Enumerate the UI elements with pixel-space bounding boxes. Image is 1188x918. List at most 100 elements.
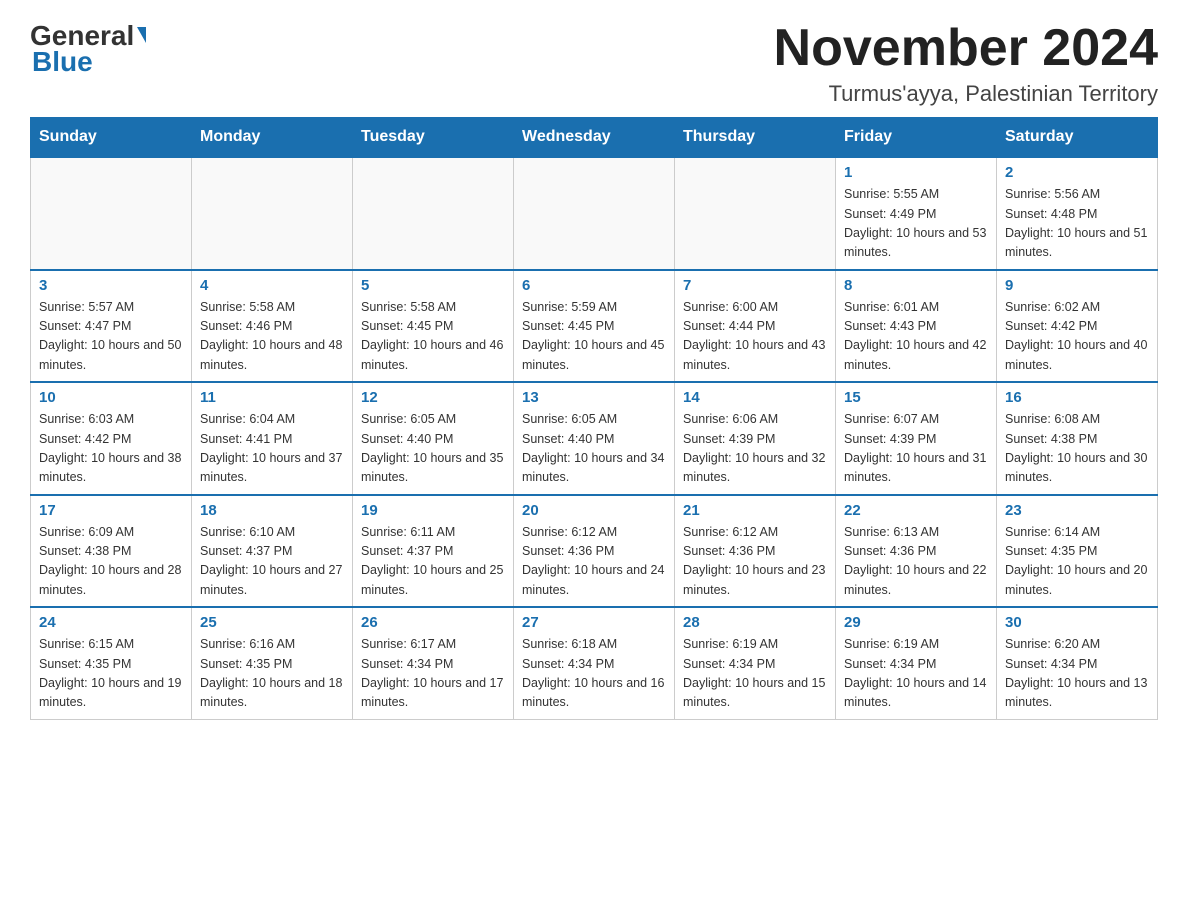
calendar-cell: 28 Sunrise: 6:19 AMSunset: 4:34 PMDayligh…	[675, 607, 836, 719]
day-number: 12	[361, 389, 505, 406]
calendar-cell: 10 Sunrise: 6:03 AMSunset: 4:42 PMDayligh…	[31, 382, 192, 495]
day-number: 2	[1005, 164, 1149, 181]
day-number: 10	[39, 389, 183, 406]
day-number: 30	[1005, 614, 1149, 631]
day-info: Sunrise: 6:07 AMSunset: 4:39 PMDaylight:…	[844, 410, 988, 488]
day-number: 4	[200, 277, 344, 294]
day-number: 3	[39, 277, 183, 294]
calendar-cell: 12 Sunrise: 6:05 AMSunset: 4:40 PMDayligh…	[353, 382, 514, 495]
weekday-header-thursday: Thursday	[675, 118, 836, 158]
day-number: 20	[522, 502, 666, 519]
day-info: Sunrise: 6:00 AMSunset: 4:44 PMDaylight:…	[683, 298, 827, 376]
day-info: Sunrise: 5:55 AMSunset: 4:49 PMDaylight:…	[844, 185, 988, 263]
day-number: 8	[844, 277, 988, 294]
day-info: Sunrise: 6:18 AMSunset: 4:34 PMDaylight:…	[522, 635, 666, 713]
calendar-cell: 9Sunrise: 6:02 AMSunset: 4:42 PMDaylight…	[997, 270, 1158, 383]
day-info: Sunrise: 5:59 AMSunset: 4:45 PMDaylight:…	[522, 298, 666, 376]
location-subtitle: Turmus'ayya, Palestinian Territory	[774, 81, 1158, 107]
day-info: Sunrise: 6:15 AMSunset: 4:35 PMDaylight:…	[39, 635, 183, 713]
page-header: General Blue November 2024 Turmus'ayya, …	[30, 20, 1158, 107]
calendar-cell: 22 Sunrise: 6:13 AMSunset: 4:36 PMDayligh…	[836, 495, 997, 608]
calendar-cell: 2 Sunrise: 5:56 AMSunset: 4:48 PMDaylight…	[997, 157, 1158, 270]
day-info: Sunrise: 6:12 AMSunset: 4:36 PMDaylight:…	[683, 523, 827, 601]
calendar-cell	[353, 157, 514, 270]
day-number: 22	[844, 502, 988, 519]
weekday-header-friday: Friday	[836, 118, 997, 158]
day-number: 1	[844, 164, 988, 181]
calendar-cell: 24Sunrise: 6:15 AMSunset: 4:35 PMDayligh…	[31, 607, 192, 719]
day-info: Sunrise: 6:05 AMSunset: 4:40 PMDaylight:…	[361, 410, 505, 488]
day-number: 5	[361, 277, 505, 294]
calendar-cell: 8 Sunrise: 6:01 AMSunset: 4:43 PMDaylight…	[836, 270, 997, 383]
calendar-cell: 17 Sunrise: 6:09 AMSunset: 4:38 PMDayligh…	[31, 495, 192, 608]
day-number: 16	[1005, 389, 1149, 406]
weekday-header-tuesday: Tuesday	[353, 118, 514, 158]
day-info: Sunrise: 6:03 AMSunset: 4:42 PMDaylight:…	[39, 410, 183, 488]
weekday-header-saturday: Saturday	[997, 118, 1158, 158]
day-info: Sunrise: 6:10 AMSunset: 4:37 PMDaylight:…	[200, 523, 344, 601]
day-number: 23	[1005, 502, 1149, 519]
calendar-cell: 6 Sunrise: 5:59 AMSunset: 4:45 PMDaylight…	[514, 270, 675, 383]
day-info: Sunrise: 6:01 AMSunset: 4:43 PMDaylight:…	[844, 298, 988, 376]
calendar-cell: 7 Sunrise: 6:00 AMSunset: 4:44 PMDaylight…	[675, 270, 836, 383]
day-number: 21	[683, 502, 827, 519]
calendar-cell	[675, 157, 836, 270]
day-info: Sunrise: 6:13 AMSunset: 4:36 PMDaylight:…	[844, 523, 988, 601]
day-info: Sunrise: 6:05 AMSunset: 4:40 PMDaylight:…	[522, 410, 666, 488]
weekday-header-wednesday: Wednesday	[514, 118, 675, 158]
day-number: 18	[200, 502, 344, 519]
weekday-header-monday: Monday	[192, 118, 353, 158]
day-info: Sunrise: 5:58 AMSunset: 4:45 PMDaylight:…	[361, 298, 505, 376]
day-info: Sunrise: 5:57 AMSunset: 4:47 PMDaylight:…	[39, 298, 183, 376]
calendar-cell: 30Sunrise: 6:20 AMSunset: 4:34 PMDayligh…	[997, 607, 1158, 719]
calendar-cell: 1 Sunrise: 5:55 AMSunset: 4:49 PMDaylight…	[836, 157, 997, 270]
day-number: 28	[683, 614, 827, 631]
calendar-cell: 26Sunrise: 6:17 AMSunset: 4:34 PMDayligh…	[353, 607, 514, 719]
month-title: November 2024	[774, 20, 1158, 77]
day-info: Sunrise: 5:58 AMSunset: 4:46 PMDaylight:…	[200, 298, 344, 376]
title-area: November 2024 Turmus'ayya, Palestinian T…	[774, 20, 1158, 107]
calendar-cell	[514, 157, 675, 270]
calendar-cell: 27 Sunrise: 6:18 AMSunset: 4:34 PMDayligh…	[514, 607, 675, 719]
day-info: Sunrise: 6:17 AMSunset: 4:34 PMDaylight:…	[361, 635, 505, 713]
day-number: 27	[522, 614, 666, 631]
logo: General Blue	[30, 20, 146, 78]
day-info: Sunrise: 6:19 AMSunset: 4:34 PMDaylight:…	[844, 635, 988, 713]
day-number: 11	[200, 389, 344, 406]
day-number: 17	[39, 502, 183, 519]
calendar-week-5: 24Sunrise: 6:15 AMSunset: 4:35 PMDayligh…	[31, 607, 1158, 719]
day-info: Sunrise: 6:09 AMSunset: 4:38 PMDaylight:…	[39, 523, 183, 601]
calendar-cell: 20 Sunrise: 6:12 AMSunset: 4:36 PMDayligh…	[514, 495, 675, 608]
calendar-cell	[31, 157, 192, 270]
calendar-cell: 16 Sunrise: 6:08 AMSunset: 4:38 PMDayligh…	[997, 382, 1158, 495]
calendar-header-row: SundayMondayTuesdayWednesdayThursdayFrid…	[31, 118, 1158, 158]
day-info: Sunrise: 6:04 AMSunset: 4:41 PMDaylight:…	[200, 410, 344, 488]
calendar-cell: 13 Sunrise: 6:05 AMSunset: 4:40 PMDayligh…	[514, 382, 675, 495]
logo-blue-text: Blue	[32, 46, 93, 78]
day-number: 7	[683, 277, 827, 294]
calendar-cell: 5 Sunrise: 5:58 AMSunset: 4:45 PMDaylight…	[353, 270, 514, 383]
day-number: 15	[844, 389, 988, 406]
day-info: Sunrise: 6:14 AMSunset: 4:35 PMDaylight:…	[1005, 523, 1149, 601]
day-info: Sunrise: 6:16 AMSunset: 4:35 PMDaylight:…	[200, 635, 344, 713]
calendar-cell: 21 Sunrise: 6:12 AMSunset: 4:36 PMDayligh…	[675, 495, 836, 608]
calendar-cell: 19Sunrise: 6:11 AMSunset: 4:37 PMDayligh…	[353, 495, 514, 608]
calendar-week-1: 1 Sunrise: 5:55 AMSunset: 4:49 PMDaylight…	[31, 157, 1158, 270]
calendar-cell: 3 Sunrise: 5:57 AMSunset: 4:47 PMDaylight…	[31, 270, 192, 383]
day-info: Sunrise: 6:02 AMSunset: 4:42 PMDaylight:…	[1005, 298, 1149, 376]
day-info: Sunrise: 6:11 AMSunset: 4:37 PMDaylight:…	[361, 523, 505, 601]
day-info: Sunrise: 6:12 AMSunset: 4:36 PMDaylight:…	[522, 523, 666, 601]
day-info: Sunrise: 6:19 AMSunset: 4:34 PMDaylight:…	[683, 635, 827, 713]
day-info: Sunrise: 6:08 AMSunset: 4:38 PMDaylight:…	[1005, 410, 1149, 488]
calendar-cell: 15 Sunrise: 6:07 AMSunset: 4:39 PMDayligh…	[836, 382, 997, 495]
calendar-week-3: 10 Sunrise: 6:03 AMSunset: 4:42 PMDayligh…	[31, 382, 1158, 495]
day-info: Sunrise: 6:06 AMSunset: 4:39 PMDaylight:…	[683, 410, 827, 488]
day-info: Sunrise: 5:56 AMSunset: 4:48 PMDaylight:…	[1005, 185, 1149, 263]
calendar-cell: 11 Sunrise: 6:04 AMSunset: 4:41 PMDayligh…	[192, 382, 353, 495]
day-number: 13	[522, 389, 666, 406]
calendar-week-2: 3 Sunrise: 5:57 AMSunset: 4:47 PMDaylight…	[31, 270, 1158, 383]
calendar-cell: 14Sunrise: 6:06 AMSunset: 4:39 PMDayligh…	[675, 382, 836, 495]
day-number: 6	[522, 277, 666, 294]
calendar-cell: 18 Sunrise: 6:10 AMSunset: 4:37 PMDayligh…	[192, 495, 353, 608]
logo-triangle-icon	[137, 27, 146, 43]
